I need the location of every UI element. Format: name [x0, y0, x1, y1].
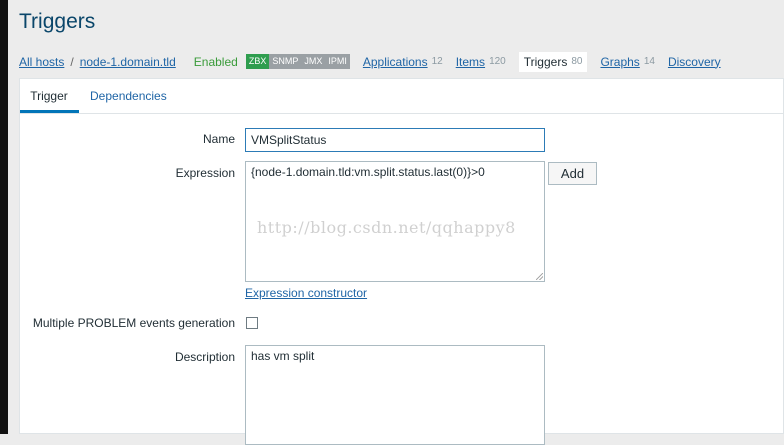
- form-tabs: Trigger Dependencies: [20, 79, 783, 114]
- nav-tab-count: 12: [431, 56, 443, 67]
- availability-ipmi: IPMI: [325, 54, 350, 69]
- availability-jmx: JMX: [301, 54, 326, 69]
- nav-tab-discovery[interactable]: Discovery: [668, 55, 725, 69]
- nav-tab-label: Applications: [362, 54, 428, 69]
- window-edge: [0, 0, 8, 434]
- expression-label: Expression: [175, 166, 235, 180]
- expression-constructor-link[interactable]: Expression constructor: [245, 286, 367, 300]
- description-input[interactable]: has vm split: [245, 345, 545, 445]
- expression-input[interactable]: {node-1.domain.tld:vm.split.status.last(…: [245, 161, 545, 282]
- nav-tab-label: Graphs: [600, 54, 640, 69]
- nav-tab-applications[interactable]: Applications 12: [363, 55, 443, 69]
- breadcrumb-separator: /: [70, 54, 74, 69]
- availability-zbx: ZBX: [245, 54, 270, 69]
- page-title: Triggers: [19, 10, 96, 33]
- tab-dependencies[interactable]: Dependencies: [90, 89, 167, 103]
- nav-tab-label: Discovery: [667, 54, 721, 69]
- add-expression-button[interactable]: Add: [548, 162, 597, 185]
- tab-trigger[interactable]: Trigger: [20, 89, 78, 103]
- host-status[interactable]: Enabled: [194, 55, 238, 69]
- nav-tab-graphs[interactable]: Graphs 14: [600, 55, 654, 69]
- multiple-events-label: Multiple PROBLEM events generation: [32, 316, 235, 330]
- active-tab-indicator: [20, 110, 79, 113]
- breadcrumb-all-hosts[interactable]: All hosts: [19, 55, 64, 69]
- trigger-form: Trigger Dependencies Name Expression {no…: [19, 78, 784, 445]
- availability-snmp: SNMP: [269, 54, 302, 69]
- name-label: Name: [202, 132, 235, 146]
- nav-tab-count: 120: [489, 56, 506, 67]
- nav-tab-count: 14: [643, 56, 655, 67]
- expression-resize-handle[interactable]: [536, 273, 543, 280]
- description-label: Description: [174, 350, 235, 364]
- availability-badges: ZBX SNMP JMX IPMI: [245, 54, 350, 69]
- nav-tab-triggers[interactable]: Triggers 80: [518, 51, 588, 72]
- nav-tab-label: Triggers: [523, 54, 568, 69]
- nav-tab-count: 80: [571, 56, 583, 67]
- breadcrumb: All hosts / node-1.domain.tld Enabled ZB…: [19, 49, 725, 74]
- multiple-events-checkbox[interactable]: [246, 317, 258, 329]
- name-input[interactable]: [245, 128, 545, 152]
- breadcrumb-host[interactable]: node-1.domain.tld: [80, 55, 176, 69]
- nav-tab-items[interactable]: Items 120: [456, 55, 506, 69]
- nav-tab-label: Items: [455, 54, 486, 69]
